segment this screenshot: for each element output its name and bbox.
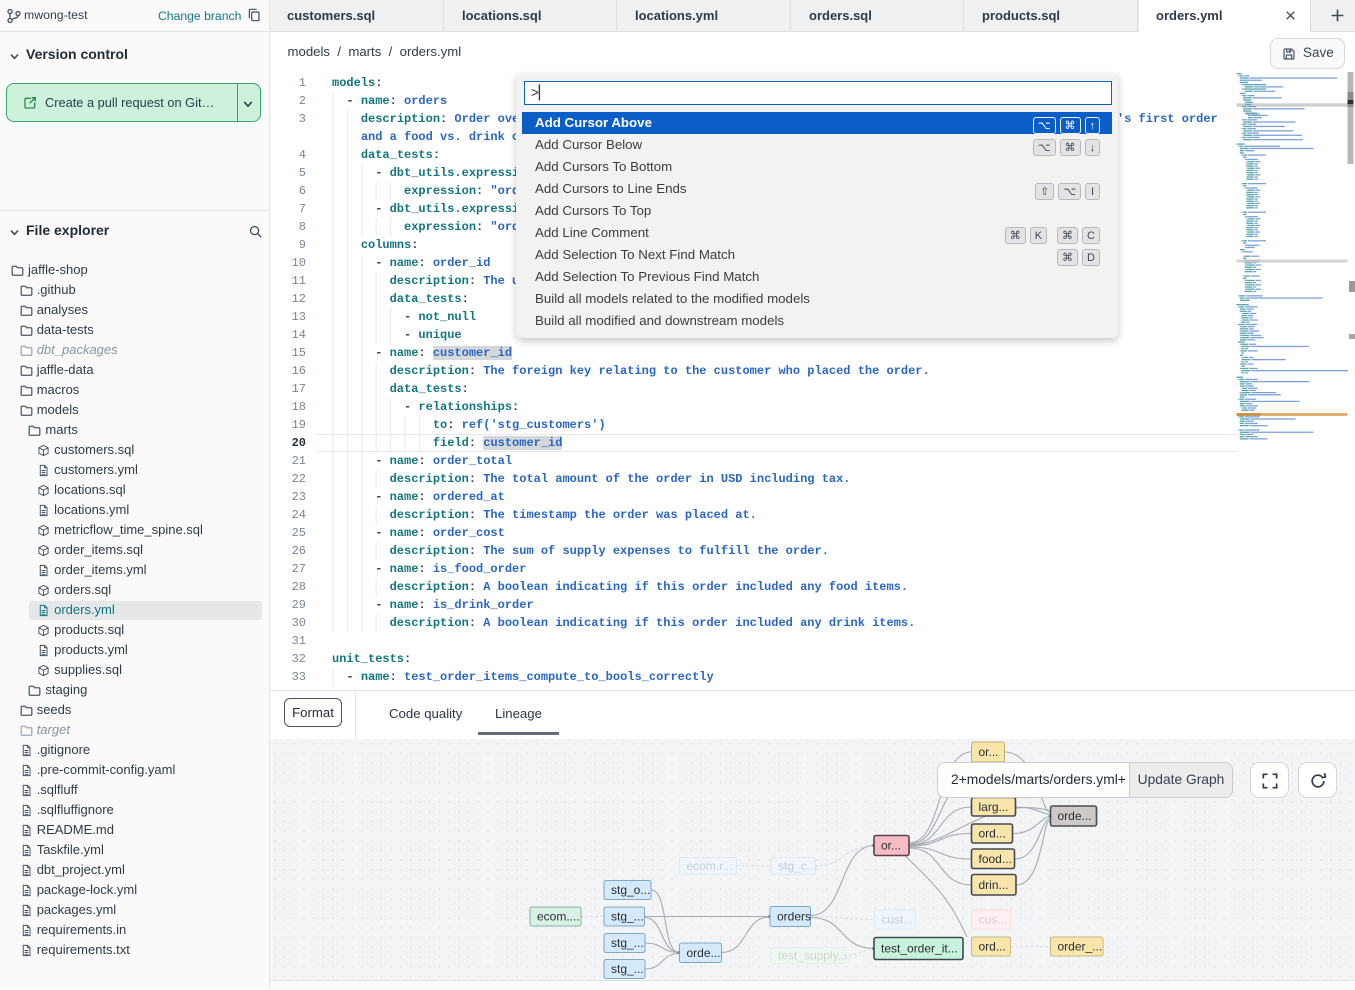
svg-text:orde...: orde...: [1058, 809, 1092, 823]
svg-text:stg_...: stg_...: [611, 936, 644, 950]
svg-text:larg...: larg...: [979, 800, 1009, 814]
svg-text:ecom.r...: ecom.r...: [687, 859, 733, 873]
svg-text:orders: orders: [777, 910, 811, 924]
svg-text:stg_...: stg_...: [611, 962, 644, 976]
svg-text:drin...: drin...: [979, 878, 1009, 892]
svg-text:test_supply...: test_supply...: [778, 949, 848, 963]
svg-text:stg_c...: stg_c...: [778, 859, 817, 873]
svg-text:orde...: orde...: [687, 946, 721, 960]
svg-text:or...: or...: [979, 745, 999, 759]
svg-text:or...: or...: [881, 839, 901, 853]
svg-text:food...: food...: [979, 852, 1012, 866]
svg-text:test_order_it...: test_order_it...: [881, 942, 958, 956]
svg-text:stg_o...: stg_o...: [611, 883, 650, 897]
svg-text:stg_...: stg_...: [611, 910, 644, 924]
svg-text:ecom....: ecom....: [537, 910, 580, 924]
svg-text:cust...: cust...: [882, 913, 914, 927]
svg-text:cus...: cus...: [979, 913, 1008, 927]
svg-text:ord...: ord...: [979, 827, 1006, 841]
svg-text:ord...: ord...: [979, 940, 1006, 954]
svg-text:order_...: order_...: [1058, 940, 1103, 954]
